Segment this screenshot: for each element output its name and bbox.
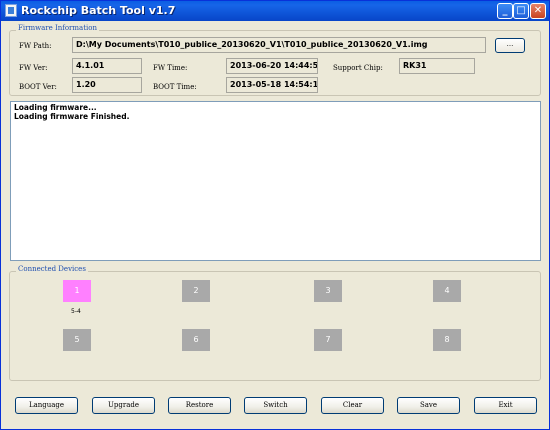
fw-path-field[interactable]: D:\My Documents\T010_publice_20130620_V1… [72, 37, 486, 53]
boot-time-field: 2013-05-18 14:54:12 [226, 77, 318, 93]
close-icon[interactable]: ✕ [530, 3, 546, 19]
connected-devices-label: Connected Devices [16, 265, 88, 273]
switch-button[interactable]: Switch [244, 397, 307, 414]
maximize-icon[interactable]: □ [513, 3, 529, 19]
firmware-info-label: Firmware Information [16, 24, 99, 32]
fw-ver-label: FW Ver: [19, 64, 48, 72]
device-slot-1[interactable]: 1 [63, 280, 91, 302]
fw-ver-field: 4.1.01 [72, 58, 142, 74]
minimize-button[interactable]: _ [497, 3, 513, 19]
device-slot-3[interactable]: 3 [314, 280, 342, 302]
support-chip-label: Support Chip: [333, 64, 383, 72]
upgrade-button[interactable]: Upgrade [92, 397, 155, 414]
exit-button[interactable]: Exit [474, 397, 537, 414]
fw-time-label: FW Time: [153, 64, 188, 72]
boot-time-label: BOOT Time: [153, 83, 197, 91]
browse-button[interactable]: ... [495, 38, 525, 53]
boot-ver-label: BOOT Ver: [19, 83, 57, 91]
clear-button[interactable]: Clear [321, 397, 384, 414]
log-line: Loading firmware... [14, 103, 97, 112]
window-title: Rockchip Batch Tool v1.7 [21, 4, 176, 17]
restore-button[interactable]: Restore [168, 397, 231, 414]
device-slot-2[interactable]: 2 [182, 280, 210, 302]
support-chip-field: RK31 [399, 58, 475, 74]
fw-time-field: 2013-06-20 14:44:58 [226, 58, 318, 74]
title-bar[interactable]: Rockchip Batch Tool v1.7 _ □ ✕ [1, 1, 549, 21]
save-button[interactable]: Save [397, 397, 460, 414]
device-slot-4[interactable]: 4 [433, 280, 461, 302]
log-textarea[interactable]: Loading firmware... Loading firmware Fin… [10, 101, 541, 261]
app-window: Rockchip Batch Tool v1.7 _ □ ✕ Firmware … [0, 0, 550, 430]
device-slot-1-location: 5-4 [71, 308, 81, 315]
log-line: Loading firmware Finished. [14, 112, 130, 121]
boot-ver-field: 1.20 [72, 77, 142, 93]
device-slot-7[interactable]: 7 [314, 329, 342, 351]
device-slot-8[interactable]: 8 [433, 329, 461, 351]
device-slot-6[interactable]: 6 [182, 329, 210, 351]
app-icon [5, 4, 17, 17]
device-slot-5[interactable]: 5 [63, 329, 91, 351]
language-button[interactable]: Language [15, 397, 78, 414]
fw-path-label: FW Path: [19, 42, 52, 50]
